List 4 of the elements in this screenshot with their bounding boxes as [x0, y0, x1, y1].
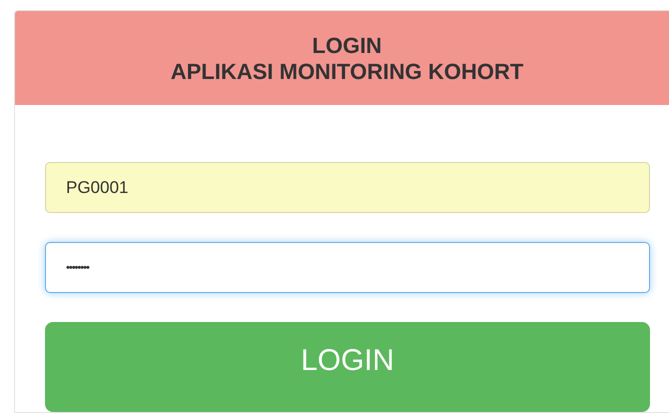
login-title: LOGIN — [311, 33, 383, 59]
username-field[interactable]: PG0001 — [45, 162, 650, 213]
password-field[interactable]: •••••••• — [45, 242, 650, 293]
login-title: APLIKASI MONITORING KOHORT — [170, 59, 524, 85]
